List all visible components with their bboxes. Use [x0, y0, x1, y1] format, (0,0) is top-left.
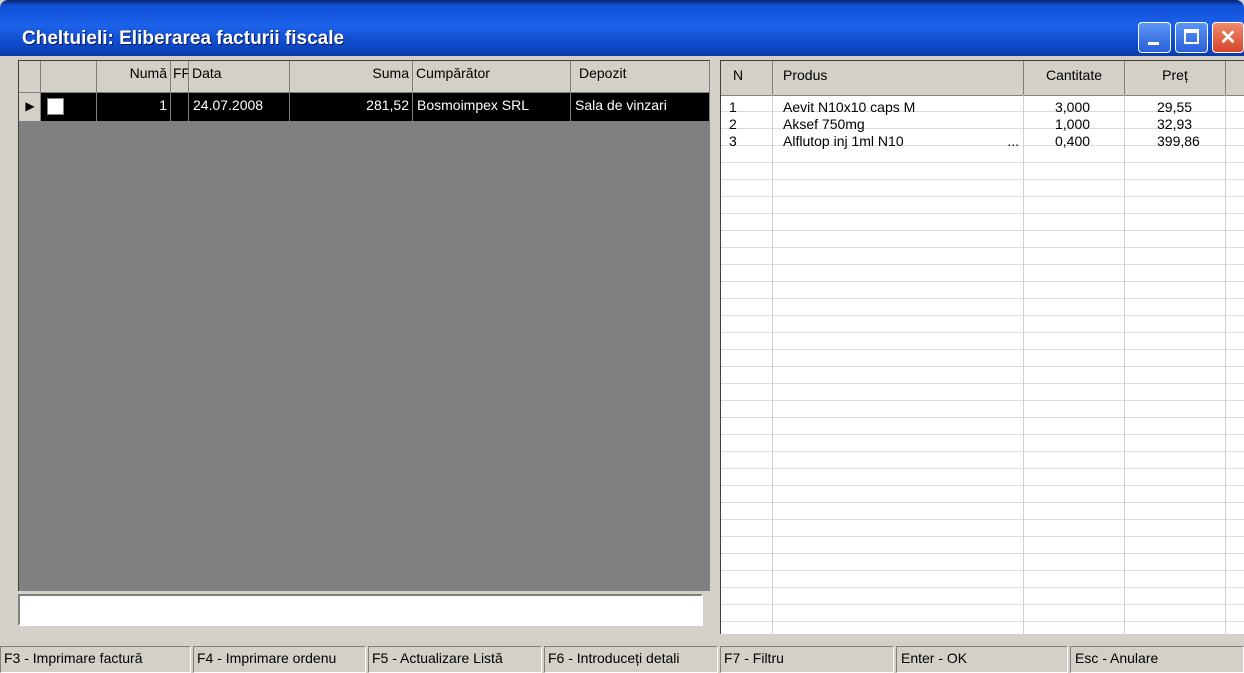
- table-row[interactable]: 2 Aksef 750mg 1,000 32,93: [721, 116, 1244, 133]
- column-divider: [1023, 95, 1024, 634]
- status-bar: F3 - Imprimare factură F4 - Imprimare or…: [0, 646, 1244, 673]
- column-divider: [1225, 95, 1226, 634]
- product-grid[interactable]: N Produs Cantitate Preț 1 Aevit N10x10 c…: [720, 60, 1244, 634]
- status-enter-ok[interactable]: Enter - OK: [896, 646, 1068, 673]
- row-check-cell[interactable]: [41, 93, 97, 121]
- invoice-grid-header: Numă FF Data Suma Cumpărător Depozit: [19, 61, 710, 93]
- cell-suma[interactable]: 281,52: [290, 93, 413, 121]
- status-f3-print-invoice[interactable]: F3 - Imprimare factură: [0, 646, 191, 673]
- table-row[interactable]: 1 Aevit N10x10 caps M 3,000 29,55: [721, 99, 1244, 116]
- cell-extra[interactable]: ...: [987, 133, 1019, 150]
- column-divider: [772, 95, 773, 634]
- row-indicator-icon: ▶: [19, 93, 41, 121]
- header-extra: [1226, 61, 1244, 95]
- header-numar[interactable]: Numă: [97, 61, 171, 93]
- cell-extra: [987, 116, 1019, 133]
- cell-numar[interactable]: 1: [97, 93, 171, 121]
- header-data[interactable]: Data: [189, 61, 290, 93]
- status-f6-enter-details[interactable]: F6 - Introduceți detali: [544, 646, 718, 673]
- cell-produs[interactable]: Alflutop inj 1ml N10: [783, 133, 983, 150]
- title-bar[interactable]: Cheltuieli: Eliberarea facturii fiscale …: [0, 0, 1244, 56]
- cell-produs[interactable]: Aksef 750mg: [783, 116, 983, 133]
- invoice-grid[interactable]: Numă FF Data Suma Cumpărător Depozit ▶ 1…: [18, 60, 710, 591]
- cell-cantitate[interactable]: 0,400: [1055, 133, 1115, 150]
- cell-pret[interactable]: 32,93: [1157, 116, 1217, 133]
- cell-n[interactable]: 3: [729, 133, 769, 150]
- close-button[interactable]: ✕: [1212, 22, 1244, 53]
- cell-extra: [987, 99, 1019, 116]
- header-produs[interactable]: Produs: [773, 61, 1024, 95]
- cell-data[interactable]: 24.07.2008: [189, 93, 290, 121]
- cell-n[interactable]: 2: [729, 116, 769, 133]
- table-row[interactable]: 3 Alflutop inj 1ml N10 ... 0,400 399,86: [721, 133, 1244, 150]
- product-grid-header: N Produs Cantitate Preț: [721, 61, 1244, 96]
- table-row[interactable]: ▶ 1 24.07.2008 281,52 Bosmoimpex SRL Sal…: [19, 93, 710, 121]
- cell-depozit[interactable]: Sala de vinzari: [571, 93, 710, 121]
- header-indicator: [19, 61, 41, 93]
- close-icon: ✕: [1219, 27, 1237, 49]
- row-checkbox[interactable]: [47, 98, 64, 115]
- cell-produs[interactable]: Aevit N10x10 caps M: [783, 99, 983, 116]
- header-suma[interactable]: Suma: [290, 61, 413, 93]
- grid-lines: [721, 95, 1244, 634]
- cell-cantitate[interactable]: 3,000: [1055, 99, 1115, 116]
- header-ff[interactable]: FF: [171, 61, 189, 93]
- header-cantitate[interactable]: Cantitate: [1024, 61, 1125, 95]
- minimize-icon: [1148, 42, 1159, 45]
- header-pret[interactable]: Preț: [1125, 61, 1226, 95]
- cell-pret[interactable]: 399,86: [1157, 133, 1217, 150]
- cell-n[interactable]: 1: [729, 99, 769, 116]
- cell-pret[interactable]: 29,55: [1157, 99, 1217, 116]
- status-f7-filter[interactable]: F7 - Filtru: [720, 646, 894, 673]
- column-divider: [1124, 95, 1125, 634]
- header-n[interactable]: N: [721, 61, 773, 95]
- notes-field[interactable]: [18, 594, 703, 626]
- cell-cumparator[interactable]: Bosmoimpex SRL: [413, 93, 571, 121]
- maximize-icon: [1184, 29, 1199, 44]
- status-f4-print-order[interactable]: F4 - Imprimare ordenu: [193, 646, 366, 673]
- status-f5-refresh-list[interactable]: F5 - Actualizare Listă: [368, 646, 542, 673]
- cell-cantitate[interactable]: 1,000: [1055, 116, 1115, 133]
- maximize-button[interactable]: [1175, 22, 1208, 53]
- status-esc-cancel[interactable]: Esc - Anulare: [1070, 646, 1244, 673]
- cell-ff[interactable]: [171, 93, 189, 121]
- header-cumparator[interactable]: Cumpărător: [413, 61, 571, 93]
- header-check: [41, 61, 97, 93]
- header-depozit[interactable]: Depozit: [571, 61, 710, 93]
- minimize-button[interactable]: [1138, 22, 1171, 53]
- window-title: Cheltuieli: Eliberarea facturii fiscale: [22, 28, 345, 49]
